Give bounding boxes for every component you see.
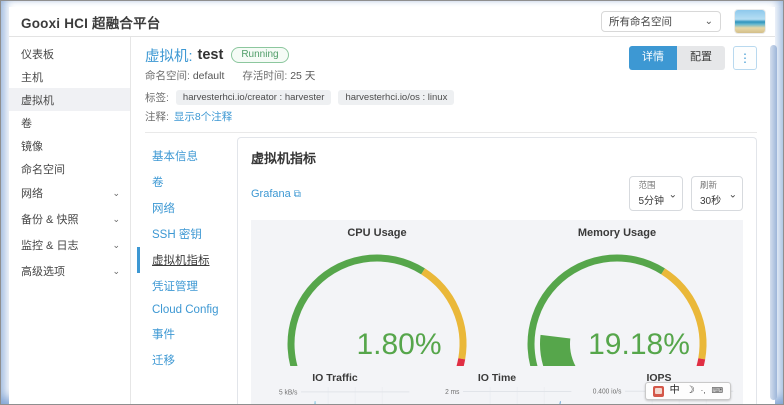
chevron-down-icon: ⌄ [112,240,120,251]
labels-row: 标签: harvesterhci.io/creator : harvester … [131,83,775,105]
vertical-scrollbar[interactable] [770,45,777,400]
annotations-label: 注释: [145,109,169,124]
chevron-down-icon: ⌄ [112,214,120,225]
chart-title: Memory Usage [497,224,737,240]
namespace-filter-value: 所有命名空间 [609,14,672,29]
more-vertical-icon: ⋮ [739,51,751,65]
screenshot-frame: Gooxi HCI 超融合平台 所有命名空间 ⌄ 仪表板 主机 虚拟机 卷 镜像… [0,0,784,405]
chart-title: IO Time [419,370,575,387]
namespace-value: default [193,70,225,82]
labels-label: 标签: [145,90,169,105]
tab-credentials[interactable]: 凭证管理 [137,273,237,299]
range-select[interactable]: 范围 5分钟 ⌄ [629,176,683,211]
chevron-down-icon: ⌄ [112,266,120,277]
tab-migration[interactable]: 迁移 [137,347,237,373]
svg-text:19.18%: 19.18% [588,328,690,361]
chevron-down-icon: ⌄ [729,189,737,200]
chevron-down-icon: ⌄ [705,17,713,27]
metrics-title: 虚拟机指标 [251,148,743,167]
memory-usage-gauge: 19.18% [501,240,733,366]
refresh-value: 30秒 [700,192,724,207]
io-time-chart: 2 ms1.50 ms1 ms [419,387,575,405]
resource-meta: 命名空间: default 存活时间: 25 天 [145,68,759,83]
resource-type: 虚拟机: [145,45,193,66]
grafana-link[interactable]: Grafana⧉ [251,188,301,200]
tab-basic-info[interactable]: 基本信息 [137,143,237,169]
sidebar-item-monitoring-logs[interactable]: 监控 & 日志⌄ [9,232,130,258]
chevron-down-icon: ⌄ [669,189,677,200]
annotations-row: 注释: 显示8个注释 [131,105,775,124]
sidebar-item-images[interactable]: 镜像 [9,134,130,157]
sidebar-item-namespaces[interactable]: 命名空间 [9,157,130,180]
sidebar-item-backup-snapshot[interactable]: 备份 & 快照⌄ [9,206,130,232]
sidebar-item-hosts[interactable]: 主机 [9,65,130,88]
main-content: 虚拟机: test Running 命名空间: default 存活时间: 25… [131,37,775,404]
head-actions: 详情 配置 ⋮ [629,46,757,70]
status-badge: Running [231,47,288,63]
range-label: 范围 [638,179,664,191]
sidebar-item-dashboard[interactable]: 仪表板 [9,42,130,65]
tab-events[interactable]: 事件 [137,321,237,347]
sidebar-item-networks[interactable]: 网络⌄ [9,180,130,206]
ime-punctuation-icon[interactable]: ·, [701,387,706,395]
sidebar-item-advanced[interactable]: 高级选项⌄ [9,258,130,284]
ime-fullwidth-moon-icon[interactable]: ☽ [686,386,695,396]
app-window: Gooxi HCI 超融合平台 所有命名空间 ⌄ 仪表板 主机 虚拟机 卷 镜像… [9,7,775,404]
svg-text:5 kB/s: 5 kB/s [279,389,298,396]
page-title: test [198,47,224,63]
refresh-select[interactable]: 刷新 30秒 ⌄ [691,176,743,211]
app-title: Gooxi HCI 超融合平台 [21,12,161,32]
svg-text:0.400 io/s: 0.400 io/s [593,388,622,395]
sidebar-item-volumes[interactable]: 卷 [9,111,130,134]
memory-usage-gauge-panel: Memory Usage 19.18% [497,224,737,366]
metrics-panel: CPU Usage 1.80% Memory Usage 19.18% [251,220,743,405]
details-button[interactable]: 详情 [629,46,677,69]
chart-title: IO Traffic [257,370,413,387]
label-chip: harvesterhci.io/creator : harvester [176,90,332,105]
ime-language-bar: 中 ☽ ·, ⌨ [645,382,731,400]
detail-tabs: 基本信息 卷 网络 SSH 密钥 虚拟机指标 凭证管理 Cloud Config… [137,137,237,404]
tab-volumes[interactable]: 卷 [137,169,237,195]
tab-cloud-config[interactable]: Cloud Config [137,299,237,321]
top-header: Gooxi HCI 超融合平台 所有命名空间 ⌄ [9,7,775,37]
more-actions-button[interactable]: ⋮ [733,46,757,70]
cpu-usage-gauge-panel: CPU Usage 1.80% [257,224,497,366]
chevron-down-icon: ⌄ [112,188,120,199]
chart-title: CPU Usage [257,224,497,240]
ime-keyboard-icon[interactable]: ⌨ [711,387,723,395]
config-button[interactable]: 配置 [677,46,725,69]
external-link-icon: ⧉ [294,189,301,200]
tab-ssh-keys[interactable]: SSH 密钥 [137,221,237,247]
svg-text:2 ms: 2 ms [445,389,460,396]
range-value: 5分钟 [638,192,664,207]
show-annotations-link[interactable]: 显示8个注释 [174,109,232,124]
label-chip: harvesterhci.io/os : linux [338,90,454,105]
cpu-usage-gauge: 1.80% [261,240,493,366]
io-traffic-chart-panel: IO Traffic 5 kB/s4 kB/s3 kB/s [257,370,413,405]
io-time-chart-panel: IO Time 2 ms1.50 ms1 ms [419,370,575,405]
metrics-card: 虚拟机指标 Grafana⧉ 范围 5分钟 ⌄ [237,137,757,404]
io-traffic-chart: 5 kB/s4 kB/s3 kB/s [257,387,413,405]
ime-language-icon[interactable]: 中 [670,386,680,396]
sidebar-item-virtual-machines[interactable]: 虚拟机 [9,88,130,111]
refresh-label: 刷新 [700,179,724,191]
namespace-filter-select[interactable]: 所有命名空间 ⌄ [601,11,721,32]
tab-vm-metrics[interactable]: 虚拟机指标 [137,247,237,273]
tab-networks[interactable]: 网络 [137,195,237,221]
svg-text:1.80%: 1.80% [356,328,441,361]
ime-input-mode-icon[interactable] [653,386,664,397]
avatar[interactable] [735,10,765,33]
page-head: 虚拟机: test Running 命名空间: default 存活时间: 25… [131,37,775,83]
sidebar: 仪表板 主机 虚拟机 卷 镜像 命名空间 网络⌄ 备份 & 快照⌄ 监控 & 日… [9,37,131,404]
age-value: 25 天 [290,70,315,82]
